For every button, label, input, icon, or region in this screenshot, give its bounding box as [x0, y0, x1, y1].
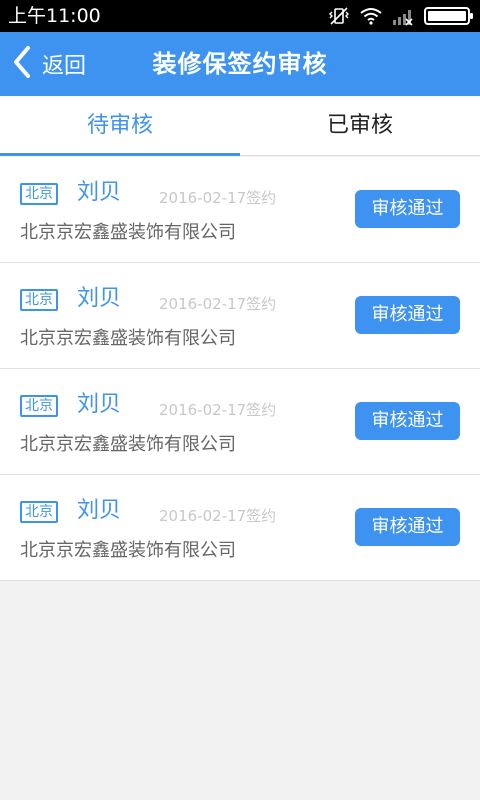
- customer-name: 刘贝: [77, 286, 122, 311]
- city-tag: 北京: [20, 395, 58, 417]
- approve-button[interactable]: 审核通过: [355, 190, 460, 228]
- company-name: 北京京宏鑫盛装饰有限公司: [20, 222, 236, 243]
- chevron-left-icon: [12, 45, 32, 83]
- customer-name: 刘贝: [77, 498, 122, 523]
- list-item[interactable]: 北京 刘贝 2016-02-17签约 北京京宏鑫盛装饰有限公司 审核通过: [0, 475, 480, 581]
- tab-pending[interactable]: 待审核: [0, 96, 240, 156]
- sign-date: 2016-02-17签约: [159, 295, 277, 313]
- nav-bar: 装修保签约审核 返回: [0, 32, 480, 96]
- approve-button[interactable]: 审核通过: [355, 296, 460, 334]
- company-name: 北京京宏鑫盛装饰有限公司: [20, 434, 236, 455]
- back-button[interactable]: 返回: [12, 32, 86, 96]
- approve-button[interactable]: 审核通过: [355, 402, 460, 440]
- company-name: 北京京宏鑫盛装饰有限公司: [20, 540, 236, 561]
- signal-icon: [392, 6, 414, 26]
- battery-icon: [424, 6, 474, 26]
- status-bar: 上午11:00: [0, 0, 480, 32]
- tab-reviewed[interactable]: 已审核: [240, 96, 480, 155]
- status-time: 上午11:00: [8, 5, 101, 27]
- customer-name: 刘贝: [77, 392, 122, 417]
- city-tag: 北京: [20, 183, 58, 205]
- sign-date: 2016-02-17签约: [159, 507, 277, 525]
- city-tag: 北京: [20, 501, 58, 523]
- sign-date: 2016-02-17签约: [159, 189, 277, 207]
- approve-button[interactable]: 审核通过: [355, 508, 460, 546]
- wifi-icon: [360, 7, 382, 25]
- back-label: 返回: [42, 54, 87, 79]
- list-item[interactable]: 北京 刘贝 2016-02-17签约 北京京宏鑫盛装饰有限公司 审核通过: [0, 157, 480, 263]
- list-item[interactable]: 北京 刘贝 2016-02-17签约 北京京宏鑫盛装饰有限公司 审核通过: [0, 263, 480, 369]
- review-list: 北京 刘贝 2016-02-17签约 北京京宏鑫盛装饰有限公司 审核通过 北京 …: [0, 157, 480, 581]
- city-tag: 北京: [20, 289, 58, 311]
- customer-name: 刘贝: [77, 180, 122, 205]
- status-icons: [328, 5, 474, 27]
- list-item[interactable]: 北京 刘贝 2016-02-17签约 北京京宏鑫盛装饰有限公司 审核通过: [0, 369, 480, 475]
- tab-bar: 待审核 已审核: [0, 96, 480, 156]
- vibrate-icon: [328, 6, 350, 26]
- company-name: 北京京宏鑫盛装饰有限公司: [20, 328, 236, 349]
- sign-date: 2016-02-17签约: [159, 401, 277, 419]
